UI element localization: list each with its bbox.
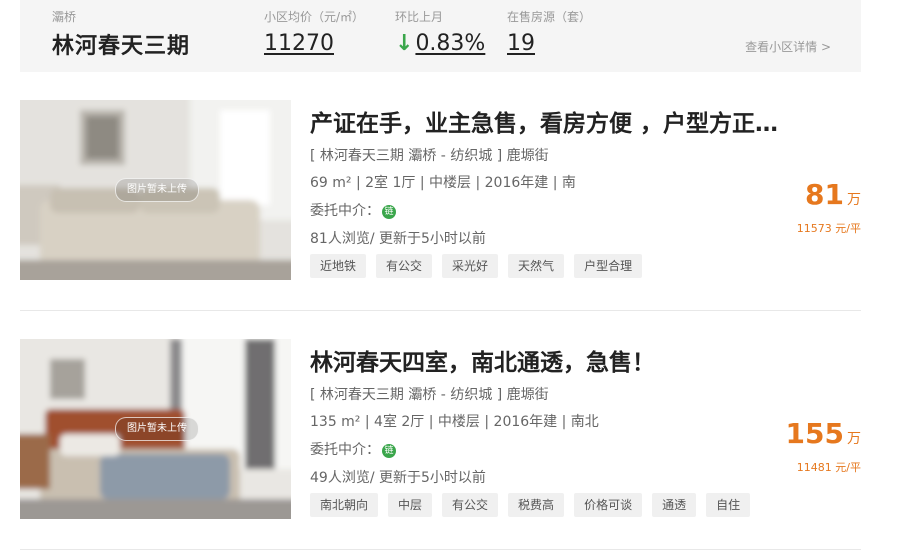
on-sale-label: 在售房源（套）	[507, 10, 592, 24]
agency-logo-icon[interactable]: 链	[382, 444, 396, 458]
total-price-value: 81	[805, 178, 844, 211]
mom-change-label: 环比上月	[395, 10, 444, 24]
listing-tag[interactable]: 近地铁	[310, 254, 367, 278]
listing-photo[interactable]: 图片暂未上传	[20, 339, 291, 519]
listing-specs: 135 m² | 4室 2厅 | 中楼层 | 2016年建 | 南北	[310, 414, 599, 430]
listing-specs: 69 m² | 2室 1厅 | 中楼层 | 2016年建 | 南	[310, 175, 576, 191]
unit-price: 11481 元/平	[796, 461, 861, 474]
listing-tag[interactable]: 有公交	[376, 254, 433, 278]
total-price-value: 155	[785, 417, 844, 450]
listing-tag[interactable]: 价格可谈	[574, 493, 643, 517]
mom-change-percent: 0.83%	[415, 31, 486, 56]
on-sale-count[interactable]: 19	[507, 31, 591, 56]
total-price: 81 万	[805, 178, 861, 211]
community-name: 林河春天三期	[52, 34, 191, 59]
mom-change-block: 环比上月 ↓0.83%	[395, 8, 485, 56]
view-community-details-link[interactable]: 查看小区详情 >	[745, 38, 831, 55]
listing-card: 图片暂未上传 林河春天四室，南北通透，急售！ [ 林河春天三期 灞桥 - 纺织城…	[20, 339, 861, 550]
mom-change-value[interactable]: ↓0.83%	[395, 31, 485, 56]
listing-tags: 南北朝向 中层 有公交 税费高 价格可谈 通透 自住	[310, 493, 751, 517]
listing-agent: 委托中介：链	[310, 439, 396, 459]
listing-location[interactable]: [ 林河春天三期 灞桥 - 纺织城 ] 鹿塬街	[310, 145, 549, 165]
avg-price-block: 小区均价（元/㎡） 11270	[264, 8, 364, 56]
listing-tag[interactable]: 户型合理	[574, 254, 643, 278]
district-label: 灞桥	[52, 10, 77, 24]
total-price-unit: 万	[847, 431, 861, 447]
listing-photo[interactable]: 图片暂未上传	[20, 100, 291, 280]
listing-title[interactable]: 产证在手，业主急售，看房方便 ，户型方正，南北通透	[310, 104, 780, 138]
listing-divider	[20, 310, 861, 311]
agent-label: 委托中介：	[310, 203, 380, 219]
listing-tag[interactable]: 有公交	[442, 493, 499, 517]
down-arrow-icon: ↓	[395, 31, 414, 56]
listing-tag[interactable]: 采光好	[442, 254, 499, 278]
listing-tag[interactable]: 南北朝向	[310, 493, 379, 517]
avg-price-label: 小区均价（元/㎡）	[264, 10, 365, 24]
total-price: 155 万	[786, 417, 861, 450]
listing-divider	[20, 549, 861, 550]
avg-price-value[interactable]: 11270	[264, 31, 364, 56]
photo-not-uploaded-badge: 图片暂未上传	[115, 417, 199, 441]
photo-not-uploaded-badge: 图片暂未上传	[115, 178, 199, 202]
listing-tag[interactable]: 中层	[388, 493, 433, 517]
listing-card: 图片暂未上传 产证在手，业主急售，看房方便 ，户型方正，南北通透 [ 林河春天三…	[20, 100, 861, 311]
agency-logo-icon[interactable]: 链	[382, 205, 396, 219]
listing-tag[interactable]: 自住	[706, 493, 751, 517]
community-summary-bar: 灞桥 林河春天三期 小区均价（元/㎡） 11270 环比上月 ↓0.83% 在售…	[20, 0, 861, 72]
listing-tag[interactable]: 通透	[652, 493, 697, 517]
listing-activity: 81人浏览/ 更新于5小时以前	[310, 231, 486, 247]
on-sale-block: 在售房源（套） 19	[507, 8, 591, 56]
listing-location[interactable]: [ 林河春天三期 灞桥 - 纺织城 ] 鹿塬街	[310, 384, 549, 404]
listing-agent: 委托中介：链	[310, 200, 396, 220]
listing-title[interactable]: 林河春天四室，南北通透，急售！	[310, 343, 780, 377]
total-price-unit: 万	[847, 192, 861, 208]
listing-activity: 49人浏览/ 更新于5小时以前	[310, 470, 486, 486]
listing-tags: 近地铁 有公交 采光好 天然气 户型合理	[310, 254, 643, 278]
listing-tag[interactable]: 天然气	[508, 254, 565, 278]
agent-label: 委托中介：	[310, 442, 380, 458]
unit-price: 11573 元/平	[796, 222, 861, 235]
listing-tag[interactable]: 税费高	[508, 493, 565, 517]
